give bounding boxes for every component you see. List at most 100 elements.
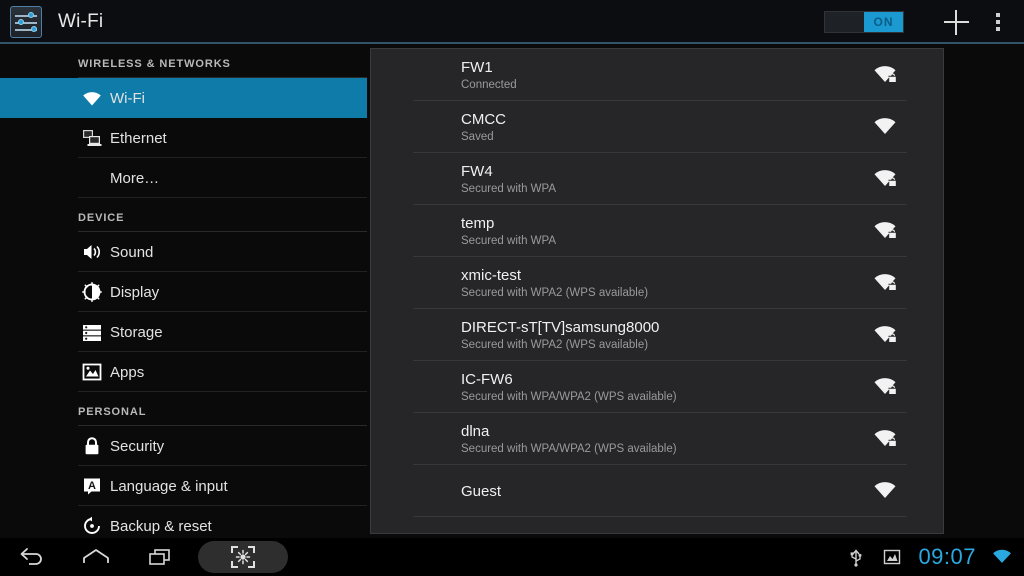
page-title: Wi-Fi <box>58 11 104 32</box>
wifi-network-row[interactable]: temp Secured with WPA <box>373 205 941 257</box>
ethernet-icon <box>82 128 102 148</box>
sidebar-item-label: More… <box>110 169 160 187</box>
sidebar-item-ethernet[interactable]: Ethernet <box>0 118 368 158</box>
sidebar-item-label: Security <box>110 437 165 455</box>
wifi-secured-icon <box>873 220 897 242</box>
lock-icon <box>82 436 102 456</box>
network-ssid: CMCC <box>461 110 506 128</box>
network-status: Secured with WPA/WPA2 (WPS available) <box>461 390 677 403</box>
wifi-toggle-thumb: ON <box>864 12 903 32</box>
sidebar-section-header: WIRELESS & NETWORKS <box>0 44 368 78</box>
network-ssid: dlna <box>461 422 490 440</box>
sidebar-item-label: Sound <box>110 243 154 261</box>
network-text: temp Secured with WPA <box>461 214 899 249</box>
wifi-secured-icon <box>873 272 897 294</box>
network-ssid: FW4 <box>461 162 493 180</box>
network-text: dlna Secured with WPA/WPA2 (WPS available… <box>461 422 899 457</box>
sidebar-item-backup-reset[interactable]: Backup & reset <box>0 506 368 538</box>
wifi-network-row[interactable]: dlna Secured with WPA/WPA2 (WPS available… <box>373 413 941 465</box>
network-status: Secured with WPA <box>461 234 557 247</box>
sound-icon <box>82 242 102 262</box>
wifi-network-list-panel: FW1 Connected CMCC Saved FW4 Secured with WPA… <box>370 48 944 534</box>
wifi-secured-icon <box>873 376 897 398</box>
sidebar-item-label: Wi-Fi <box>110 89 145 107</box>
network-ssid: IC-FW6 <box>461 370 513 388</box>
network-ssid: FW1 <box>461 58 493 76</box>
settings-sliders-icon[interactable] <box>10 6 42 38</box>
network-ssid: DIRECT-sT[TV]samsung8000 <box>461 318 660 336</box>
wifi-toggle[interactable]: ON <box>824 11 904 33</box>
sidebar-item-label: Storage <box>110 323 163 341</box>
network-text: xmic-test Secured with WPA2 (WPS availabl… <box>461 266 899 301</box>
sidebar-item-display[interactable]: Display <box>0 272 368 312</box>
sidebar-item-more[interactable]: More… <box>0 158 368 198</box>
home-icon[interactable] <box>64 538 128 576</box>
svg-text:A: A <box>88 480 96 492</box>
wifi-open-icon <box>873 116 897 138</box>
wifi-network-row[interactable]: DIRECT-sT[TV]samsung8000 Secured with WPA… <box>373 309 941 361</box>
wifi-secured-icon <box>873 428 897 450</box>
recent-apps-icon[interactable] <box>128 538 192 576</box>
wifi-network-row[interactable]: CMCC Saved <box>373 101 941 153</box>
network-status: Secured with WPA <box>461 182 557 195</box>
screenshot-icon[interactable] <box>198 541 288 573</box>
status-clock: 09:07 <box>918 544 976 569</box>
sidebar-item-label: Language & input <box>110 477 228 495</box>
network-text: DIRECT-sT[TV]samsung8000 Secured with WPA… <box>461 318 899 353</box>
plus-icon[interactable] <box>934 0 978 44</box>
overflow-dot-2 <box>996 20 1000 24</box>
storage-icon <box>82 322 102 342</box>
sidebar-item-label: Display <box>110 283 160 301</box>
sidebar-item-wi-fi[interactable]: Wi-Fi <box>0 78 368 118</box>
system-navigation-bar: 09:07 <box>0 538 1024 576</box>
network-text: CMCC Saved <box>461 110 899 145</box>
wifi-secured-icon <box>873 168 897 190</box>
backup-reset-icon <box>82 516 102 536</box>
sidebar-item-storage[interactable]: Storage <box>0 312 368 352</box>
sidebar-item-sound[interactable]: Sound <box>0 232 368 272</box>
sidebar-section-header: PERSONAL <box>0 392 368 426</box>
sidebar-item-apps[interactable]: Apps <box>0 352 368 392</box>
language-icon: A <box>82 476 102 496</box>
usb-icon <box>846 547 866 567</box>
sidebar-item-label: Backup & reset <box>110 517 212 535</box>
network-text: IC-FW6 Secured with WPA/WPA2 (WPS availab… <box>461 370 899 405</box>
sidebar-item-label: Apps <box>110 363 145 381</box>
action-bar: Wi-Fi ON <box>0 0 1024 44</box>
apps-icon <box>82 362 102 382</box>
network-status: Secured with WPA/WPA2 (WPS available) <box>461 442 677 455</box>
wifi-secured-icon <box>873 64 897 86</box>
sidebar-item-label: Ethernet <box>110 129 167 147</box>
overflow-menu-icon[interactable] <box>978 0 1018 44</box>
sidebar-item-language-input[interactable]: A Language & input <box>0 466 368 506</box>
wifi-toggle-track <box>825 12 864 32</box>
wifi-network-row[interactable]: FW1 Connected <box>373 49 941 101</box>
network-text: FW4 Secured with WPA <box>461 162 899 197</box>
wifi-icon <box>82 88 102 108</box>
content-area: WIRELESS & NETWORKS Wi-Fi Ethernet More… DEV… <box>0 44 1024 538</box>
android-settings-screen: Wi-Fi ON WIRELESS & NETWORKS Wi-Fi Etherne… <box>0 0 1024 576</box>
wifi-network-row[interactable]: FW4 Secured with WPA <box>373 153 941 205</box>
network-status: Secured with WPA2 (WPS available) <box>461 286 649 299</box>
wifi-network-list[interactable]: FW1 Connected CMCC Saved FW4 Secured with WPA… <box>371 49 943 517</box>
wifi-secured-icon <box>873 324 897 346</box>
slider-knob-2 <box>18 19 24 25</box>
wifi-network-row[interactable]: xmic-test Secured with WPA2 (WPS availabl… <box>373 257 941 309</box>
plus-vertical-stroke <box>955 9 957 35</box>
wifi-status-icon <box>992 547 1012 567</box>
slider-knob-1 <box>28 12 34 18</box>
display-icon <box>82 282 102 302</box>
overflow-dot-3 <box>996 27 1000 31</box>
back-arrow-icon[interactable] <box>0 538 64 576</box>
wifi-network-row[interactable]: IC-FW6 Secured with WPA/WPA2 (WPS availab… <box>373 361 941 413</box>
network-ssid: Guest <box>461 482 502 500</box>
wifi-network-row[interactable]: Guest <box>373 465 941 517</box>
network-status: Connected <box>461 78 517 91</box>
sidebar-item-security[interactable]: Security <box>0 426 368 466</box>
network-status: Saved <box>461 130 494 143</box>
settings-sidebar[interactable]: WIRELESS & NETWORKS Wi-Fi Ethernet More… DEV… <box>0 44 368 538</box>
slider-knob-3 <box>31 26 37 32</box>
network-status: Secured with WPA2 (WPS available) <box>461 338 649 351</box>
overflow-dot-1 <box>996 13 1000 17</box>
network-ssid: xmic-test <box>461 266 521 284</box>
